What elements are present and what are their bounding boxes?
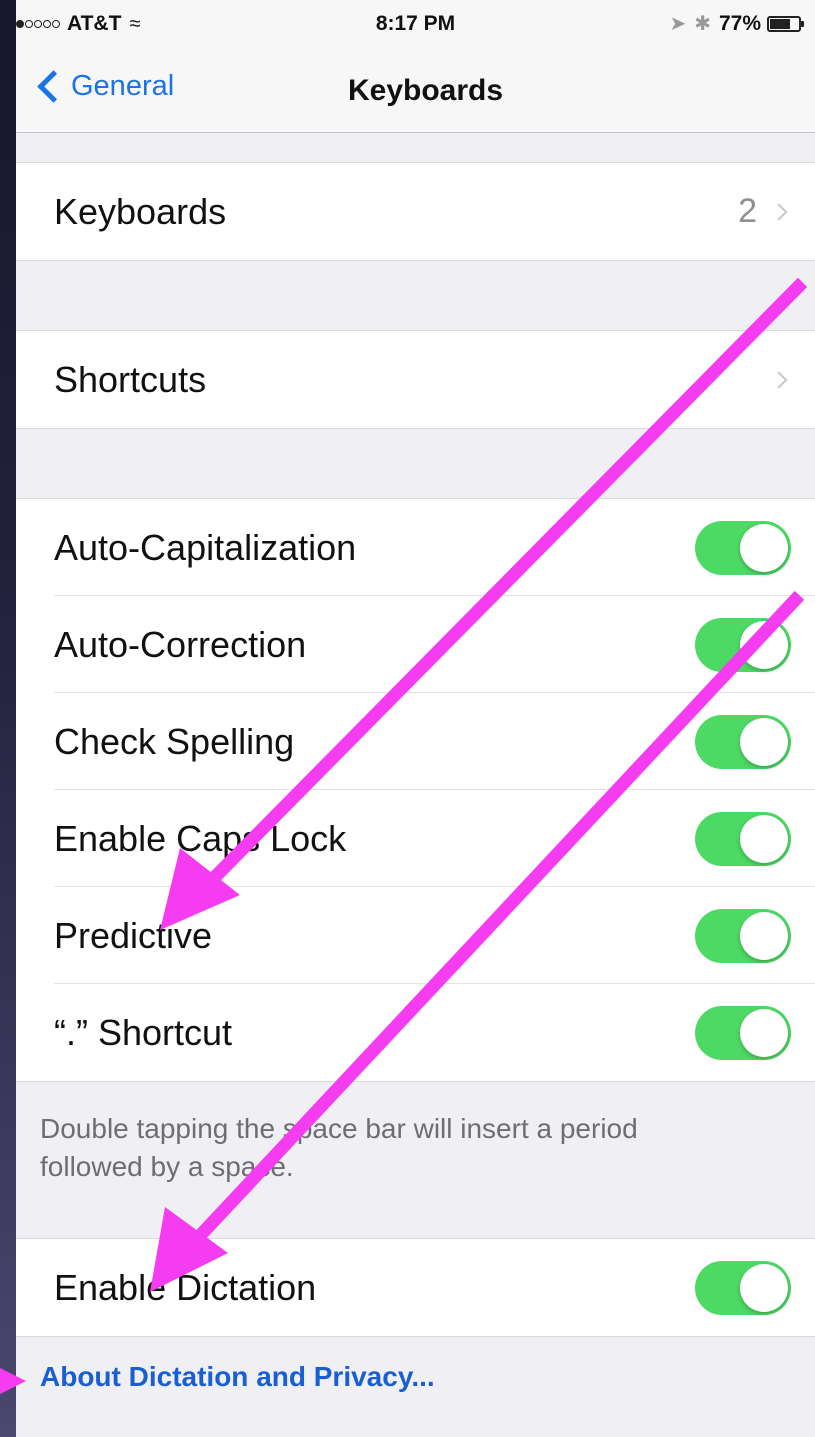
auto-capitalization-switch[interactable] — [695, 521, 791, 575]
check-spelling-switch[interactable] — [695, 715, 791, 769]
auto-correction-switch[interactable] — [695, 618, 791, 672]
toggle-row-predictive: Predictive — [16, 887, 815, 984]
caps-lock-switch[interactable] — [695, 812, 791, 866]
dictation-privacy-link[interactable]: About Dictation and Privacy... — [40, 1361, 435, 1393]
toggle-label: Auto-Correction — [54, 623, 307, 665]
switch-knob — [740, 621, 788, 669]
keyboards-group: Keyboards 2 — [16, 162, 815, 261]
dictation-switch[interactable] — [695, 1261, 791, 1315]
shortcuts-group: Shortcuts — [16, 330, 815, 429]
toggle-label: Auto-Capitalization — [54, 526, 357, 568]
shortcuts-row-label: Shortcuts — [54, 358, 207, 400]
status-right-area: ➤ ✱ 77% — [669, 11, 804, 36]
chevron-right-icon — [770, 371, 788, 388]
keyboards-count-area: 2 — [738, 163, 788, 260]
switch-knob — [740, 1009, 788, 1057]
toggle-row-auto-correction: Auto-Correction — [16, 596, 815, 693]
keyboards-row-label: Keyboards — [54, 190, 227, 232]
shortcuts-chevron-area — [757, 331, 788, 428]
toggle-row-enable-dictation: Enable Dictation — [16, 1239, 815, 1336]
bluetooth-icon: ✱ — [694, 13, 711, 35]
settings-screen: AT&T ≈ 8:17 PM ➤ ✱ 77% General Keyboards… — [16, 0, 815, 1437]
navigation-bar: General Keyboards — [16, 52, 815, 133]
toggle-label: Predictive — [54, 914, 213, 956]
toggle-label: “.” Shortcut — [54, 1011, 233, 1053]
toggle-row-period-shortcut: “.” Shortcut — [16, 984, 815, 1081]
period-shortcut-switch[interactable] — [695, 1006, 791, 1060]
battery-icon — [767, 15, 804, 32]
keyboard-options-group: Auto-Capitalization Auto-Correction Chec… — [16, 498, 815, 1082]
switch-knob — [740, 912, 788, 960]
period-shortcut-footnote: Double tapping the space bar will insert… — [40, 1113, 638, 1182]
toggle-row-enable-caps-lock: Enable Caps Lock — [16, 790, 815, 887]
switch-knob — [740, 718, 788, 766]
toggle-row-auto-capitalization: Auto-Capitalization — [16, 499, 815, 596]
keyboards-row[interactable]: Keyboards 2 — [16, 163, 815, 260]
dictation-label: Enable Dictation — [54, 1266, 317, 1308]
switch-knob — [740, 815, 788, 863]
battery-percent: 77% — [718, 11, 761, 35]
switch-knob — [740, 524, 788, 572]
dictation-group: Enable Dictation — [16, 1238, 815, 1337]
keyboards-count: 2 — [738, 192, 757, 230]
predictive-switch[interactable] — [695, 909, 791, 963]
page-title: Keyboards — [347, 74, 504, 107]
screenshot-stage: AT&T ≈ 8:17 PM ➤ ✱ 77% General Keyboards… — [0, 0, 815, 1437]
chevron-right-icon — [770, 203, 788, 220]
toggle-label: Enable Caps Lock — [54, 817, 347, 859]
shortcuts-row[interactable]: Shortcuts — [16, 331, 815, 428]
status-bar: AT&T ≈ 8:17 PM ➤ ✱ 77% — [16, 0, 815, 52]
toggle-row-check-spelling: Check Spelling — [16, 693, 815, 790]
switch-knob — [740, 1264, 788, 1312]
location-icon: ➤ — [669, 13, 687, 35]
toggle-label: Check Spelling — [54, 720, 295, 762]
